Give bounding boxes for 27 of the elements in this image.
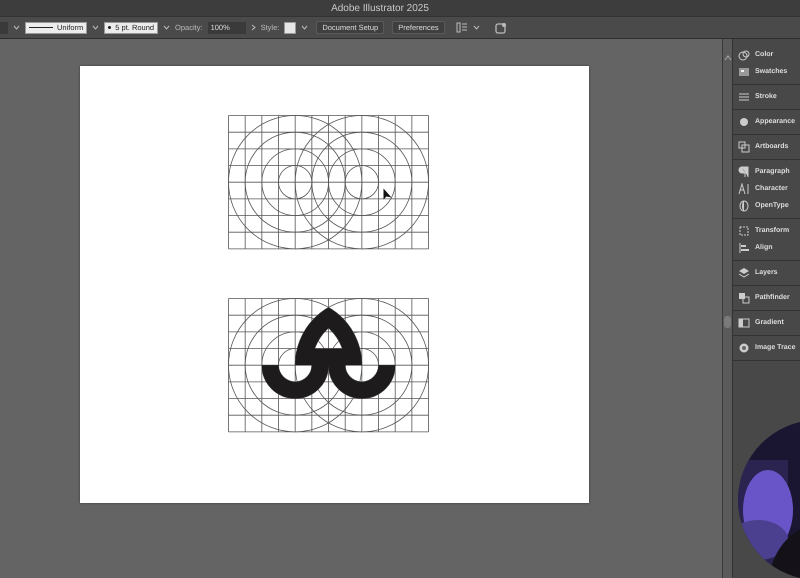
caret-icon[interactable] xyxy=(472,25,480,30)
panel-icon xyxy=(738,242,750,254)
panel-icon xyxy=(738,166,750,178)
caret-icon[interactable] xyxy=(92,25,100,30)
caret-icon[interactable] xyxy=(301,25,308,30)
panel-icon xyxy=(738,182,750,194)
chevron-icon[interactable] xyxy=(250,24,256,31)
panel-icon xyxy=(738,316,750,328)
panel-icon xyxy=(738,48,750,60)
panel-icon xyxy=(738,200,750,212)
panel-icon xyxy=(738,292,750,304)
panel-icon xyxy=(738,66,750,78)
share-icon[interactable] xyxy=(494,22,507,34)
panel-icon xyxy=(738,90,750,102)
caret-icon[interactable] xyxy=(163,25,170,30)
window-title: Adobe Illustrator 2025 xyxy=(331,2,429,14)
panel-icon xyxy=(738,140,750,152)
caret-icon[interactable] xyxy=(13,25,20,30)
scrollbar-thumb[interactable] xyxy=(724,316,731,328)
panel-icon xyxy=(738,224,750,236)
arrange-icon[interactable] xyxy=(456,22,468,33)
scroll-up-icon[interactable] xyxy=(724,55,732,61)
panel-icon xyxy=(738,266,750,278)
style-swatch[interactable] xyxy=(284,22,296,34)
panel-icon xyxy=(738,116,750,128)
cursor-icon xyxy=(384,188,392,200)
panel-icon xyxy=(738,342,750,354)
